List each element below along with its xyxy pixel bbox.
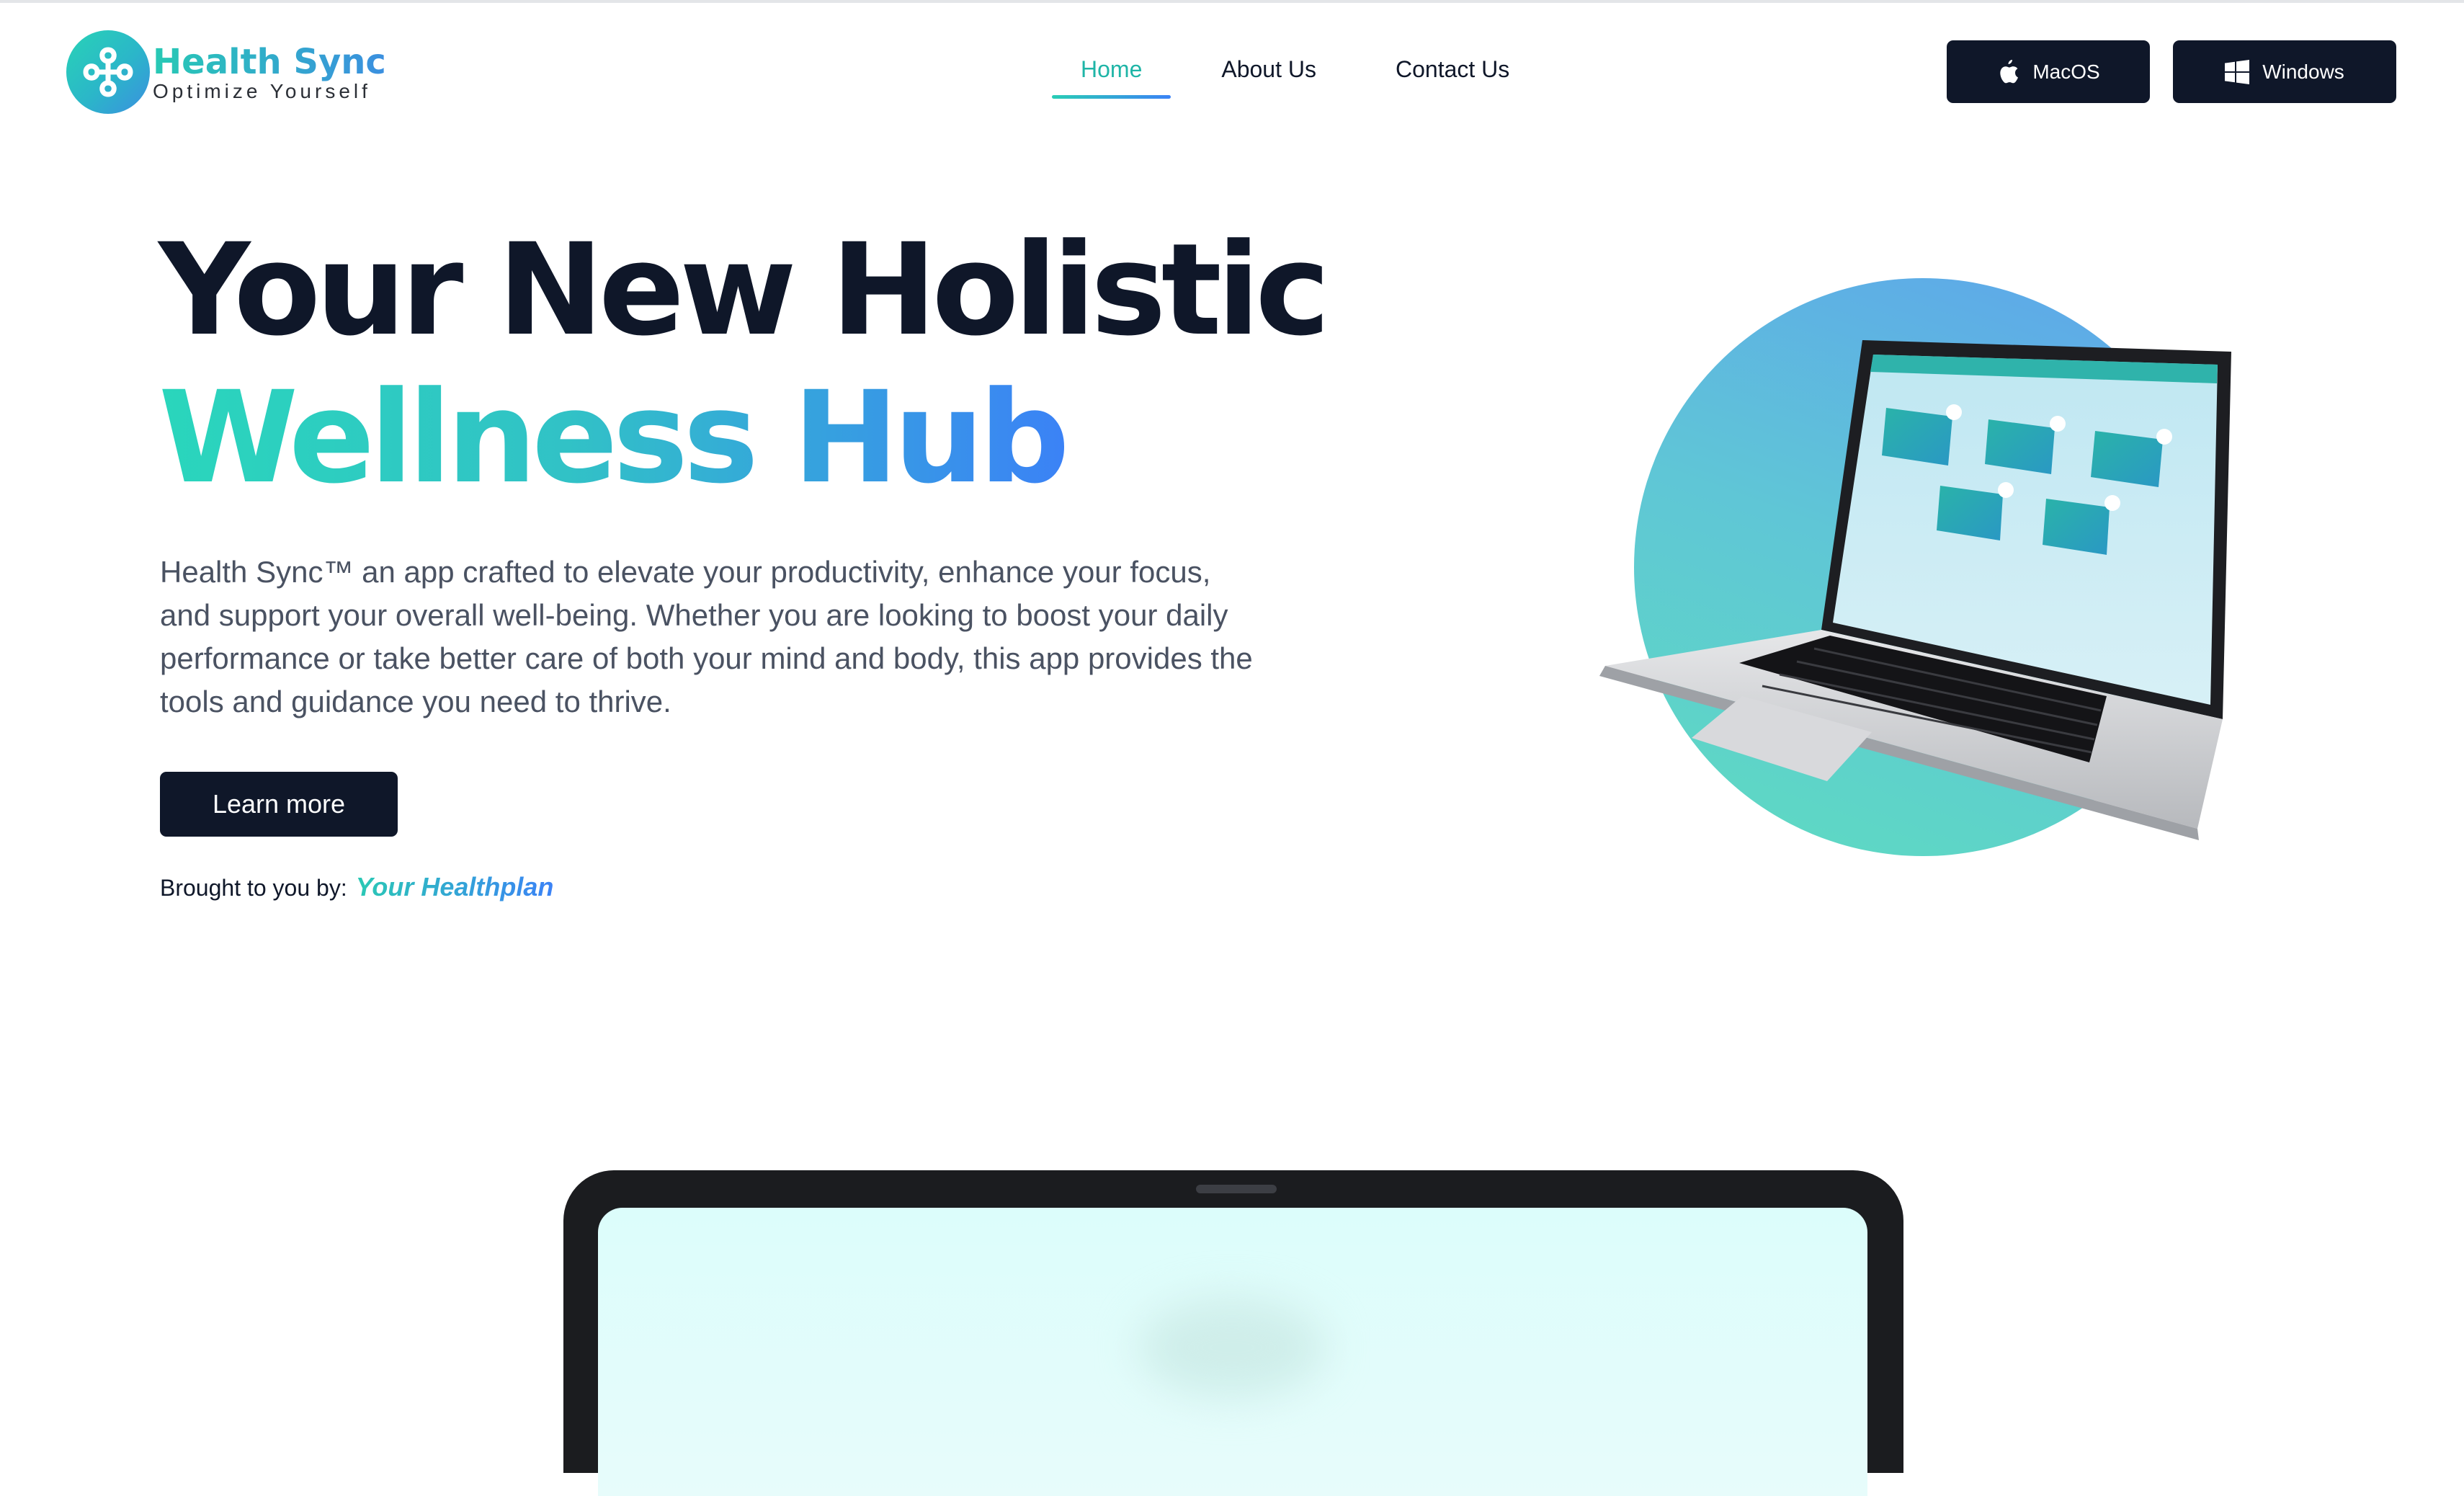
hero-title-line-2: Wellness Hub	[159, 364, 1070, 512]
brand-title: Health Sync	[153, 42, 386, 82]
apple-icon	[2000, 59, 2019, 83]
brand-tagline: Optimize Yourself	[153, 80, 371, 102]
learn-more-button[interactable]: Learn more	[160, 772, 398, 837]
download-windows-label: Windows	[2262, 60, 2344, 83]
windows-icon	[2225, 59, 2250, 84]
download-windows-button[interactable]: Windows	[2173, 40, 2396, 103]
brought-to-you-by-label: Brought to you by:	[160, 875, 347, 901]
brought-to-you-by: Brought to you by: Your Healthplan	[160, 872, 553, 902]
download-macos-label: MacOS	[2032, 60, 2100, 83]
hero-title: Your New Holistic Wellness Hub	[159, 216, 1331, 512]
download-macos-button[interactable]: MacOS	[1947, 40, 2150, 103]
window-top-border	[0, 0, 2464, 3]
main-nav: Home About Us Contact Us	[1052, 49, 1538, 99]
device-camera-notch	[1196, 1185, 1277, 1193]
hero-description: Health Sync™ an app crafted to elevate y…	[160, 555, 1253, 718]
hero-title-line-1: Your New Holistic	[159, 216, 1331, 364]
brand-logo[interactable]: Health Sync Optimize Yourself	[66, 30, 386, 114]
nav-about-us[interactable]: About Us	[1192, 49, 1345, 99]
health-sync-logo-icon	[66, 30, 150, 114]
healthplan-link[interactable]: Your Healthplan	[356, 872, 554, 902]
device-screen-blurred-content	[1138, 1297, 1326, 1398]
laptop-illustration	[1599, 340, 2231, 840]
nav-home[interactable]: Home	[1052, 49, 1171, 99]
nav-contact-us[interactable]: Contact Us	[1367, 49, 1538, 99]
